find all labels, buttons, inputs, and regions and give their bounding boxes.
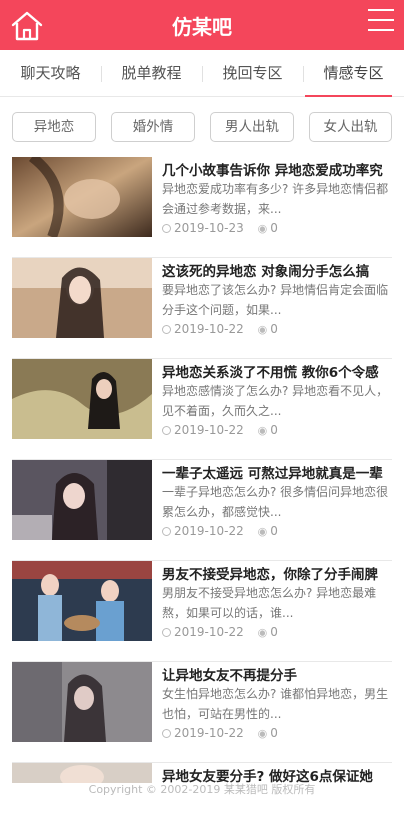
category-tabs: 聊天攻略 脱单教程 挽回专区 情感专区 bbox=[0, 50, 404, 97]
clock-icon bbox=[162, 426, 171, 435]
article-views: 0 bbox=[270, 423, 278, 437]
article-thumbnail[interactable] bbox=[12, 662, 152, 742]
clock-icon bbox=[162, 628, 171, 637]
tab-emotion[interactable]: 情感专区 bbox=[303, 50, 404, 97]
tab-win-back[interactable]: 挽回专区 bbox=[202, 50, 303, 96]
article-item[interactable]: 异地女友要分手? 做好这6点保证她 bbox=[12, 763, 392, 836]
article-thumbnail[interactable] bbox=[12, 763, 152, 783]
eye-icon: ◉ bbox=[257, 222, 268, 235]
article-date: 2019-10-22 bbox=[174, 322, 244, 336]
article-date: 2019-10-22 bbox=[174, 423, 244, 437]
article-views: 0 bbox=[270, 524, 278, 538]
site-title: 仿某吧 bbox=[172, 15, 232, 39]
eye-icon: ◉ bbox=[257, 323, 268, 336]
article-item[interactable]: 让异地女友不再提分手 女生怕异地恋怎么办? 谁都怕异地恋，男生也怕，可站在男性的… bbox=[12, 662, 392, 763]
article-thumbnail[interactable] bbox=[12, 561, 152, 641]
article-views: 0 bbox=[270, 625, 278, 639]
copyright-footer: Copyright © 2002-2019 某某猎吧 版权所有 bbox=[88, 783, 316, 796]
article-thumbnail[interactable] bbox=[12, 359, 152, 439]
tag-filter-row: 异地恋 婚外情 男人出轨 女人出轨 bbox=[0, 112, 404, 144]
tag-woman-cheating[interactable]: 女人出轨 bbox=[309, 112, 392, 142]
eye-icon: ◉ bbox=[257, 727, 268, 740]
article-summary: 异地恋爱成功率有多少? 许多异地恋情侣都会通过参考数据，来... bbox=[162, 182, 389, 216]
clock-icon bbox=[162, 729, 171, 738]
article-item[interactable]: 一辈子太遥远 可熬过异地就真是一辈 一辈子异地恋怎么办? 很多情侣问异地恋很累怎… bbox=[12, 460, 392, 561]
article-summary: 女生怕异地恋怎么办? 谁都怕异地恋，男生也怕，可站在男性的... bbox=[162, 687, 389, 721]
article-meta: 2019-10-22 ◉ 0 bbox=[162, 423, 278, 437]
article-meta: 2019-10-23 ◉ 0 bbox=[162, 221, 278, 235]
article-title[interactable]: 一辈子太遥远 可熬过异地就真是一辈 bbox=[162, 462, 392, 482]
article-title[interactable]: 这该死的异地恋 对象闹分手怎么搞 bbox=[162, 260, 392, 280]
tag-long-distance[interactable]: 异地恋 bbox=[12, 112, 96, 142]
article-meta: 2019-10-22 ◉ 0 bbox=[162, 625, 278, 639]
eye-icon: ◉ bbox=[257, 626, 268, 639]
tab-chat-strategy[interactable]: 聊天攻略 bbox=[0, 50, 101, 96]
hamburger-menu-icon[interactable] bbox=[368, 9, 394, 33]
article-summary: 要异地恋了该怎么办? 异地情侣肯定会面临分手这个问题，如果... bbox=[162, 283, 389, 317]
tab-dating-tutorial[interactable]: 脱单教程 bbox=[101, 50, 202, 96]
article-summary: 男朋友不接受异地恋怎么办? 异地恋最难熬，如果可以的话，谁... bbox=[162, 586, 377, 620]
article-title[interactable]: 让异地女友不再提分手 bbox=[162, 664, 392, 684]
clock-icon bbox=[162, 527, 171, 536]
article-views: 0 bbox=[270, 322, 278, 336]
article-item[interactable]: 几个小故事告诉你 异地恋爱成功率究 异地恋爱成功率有多少? 许多异地恋情侣都会通… bbox=[12, 157, 392, 258]
article-title[interactable]: 几个小故事告诉你 异地恋爱成功率究 bbox=[162, 159, 392, 179]
article-thumbnail[interactable] bbox=[12, 157, 152, 237]
article-summary: 一辈子异地恋怎么办? 很多情侣问异地恋很累怎么办，都感觉快... bbox=[162, 485, 389, 519]
article-thumbnail[interactable] bbox=[12, 460, 152, 540]
article-date: 2019-10-22 bbox=[174, 726, 244, 740]
article-title[interactable]: 男友不接受异地恋，你除了分手闹脾 bbox=[162, 563, 392, 583]
eye-icon: ◉ bbox=[257, 424, 268, 437]
article-views: 0 bbox=[270, 726, 278, 740]
top-bar: 仿某吧 bbox=[0, 0, 404, 50]
article-meta: 2019-10-22 ◉ 0 bbox=[162, 726, 278, 740]
article-views: 0 bbox=[270, 221, 278, 235]
tag-man-cheating[interactable]: 男人出轨 bbox=[210, 112, 294, 142]
clock-icon bbox=[162, 224, 171, 233]
article-date: 2019-10-22 bbox=[174, 524, 244, 538]
article-title[interactable]: 异地恋关系淡了不用慌 教你6个令感 bbox=[162, 361, 392, 381]
article-item[interactable]: 这该死的异地恋 对象闹分手怎么搞 要异地恋了该怎么办? 异地情侣肯定会面临分手这… bbox=[12, 258, 392, 359]
article-item[interactable]: 异地恋关系淡了不用慌 教你6个令感 异地恋感情淡了怎么办? 异地恋看不见人，见不… bbox=[12, 359, 392, 460]
clock-icon bbox=[162, 325, 171, 334]
article-date: 2019-10-22 bbox=[174, 625, 244, 639]
article-date: 2019-10-23 bbox=[174, 221, 244, 235]
article-summary: 异地恋感情淡了怎么办? 异地恋看不见人，见不着面，久而久之... bbox=[162, 384, 389, 418]
article-item[interactable]: 男友不接受异地恋，你除了分手闹脾 男朋友不接受异地恋怎么办? 异地恋最难熬，如果… bbox=[12, 561, 392, 662]
article-thumbnail[interactable] bbox=[12, 258, 152, 338]
tag-affair[interactable]: 婚外情 bbox=[111, 112, 195, 142]
article-meta: 2019-10-22 ◉ 0 bbox=[162, 322, 278, 336]
eye-icon: ◉ bbox=[257, 525, 268, 538]
article-meta: 2019-10-22 ◉ 0 bbox=[162, 524, 278, 538]
